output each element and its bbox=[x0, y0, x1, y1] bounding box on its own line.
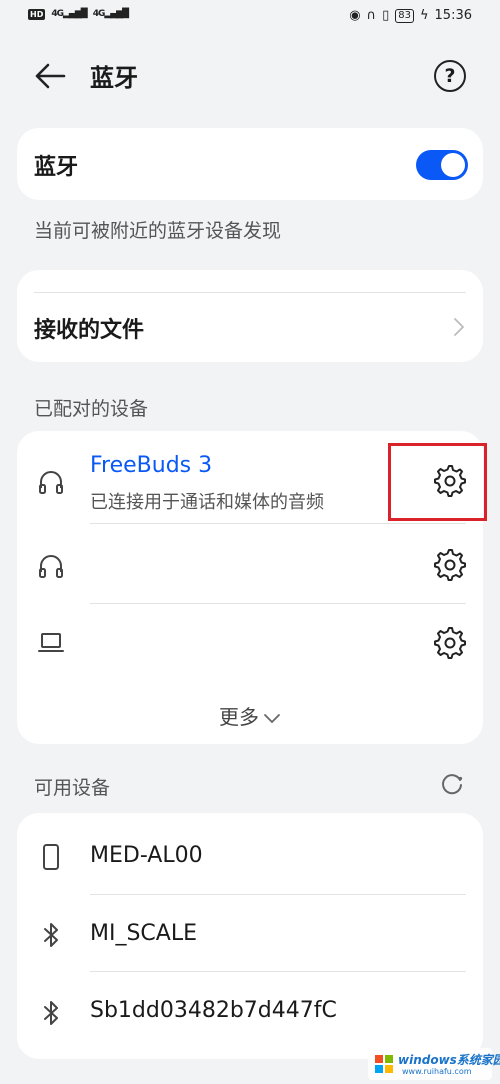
windows-logo-icon bbox=[375, 1055, 393, 1073]
clock: 15:36 bbox=[434, 8, 472, 23]
loading-spinner-icon bbox=[442, 774, 463, 795]
available-device-name-1[interactable]: MED-AL00 bbox=[90, 843, 203, 868]
phone-icon bbox=[43, 844, 59, 870]
more-button[interactable]: 更多 bbox=[17, 701, 483, 730]
paired-devices-card: FreeBuds 3 已连接用于通话和媒体的音频 更多 bbox=[17, 431, 487, 744]
paired-devices-heading: 已配对的设备 bbox=[34, 398, 149, 420]
gear-icon[interactable] bbox=[433, 626, 467, 660]
received-files-card[interactable]: 接收的文件 bbox=[17, 270, 483, 362]
paired-device-name-1[interactable]: FreeBuds 3 bbox=[90, 453, 212, 478]
available-devices-heading: 可用设备 bbox=[34, 777, 111, 799]
page-title: 蓝牙 bbox=[90, 64, 138, 92]
headset-status-icon: ∩ bbox=[366, 8, 377, 23]
eye-comfort-icon: ◉ bbox=[349, 8, 361, 23]
vibrate-icon: ▯ bbox=[382, 8, 390, 23]
paired-device-status-1: 已连接用于通话和媒体的音频 bbox=[90, 492, 324, 513]
available-devices-card: MED-AL00 MI_SCALE Sb1dd03482b7d447fC bbox=[17, 813, 483, 1059]
bluetooth-toggle-card: 蓝牙 bbox=[17, 128, 483, 200]
divider bbox=[34, 292, 466, 293]
help-icon[interactable]: ? bbox=[434, 60, 466, 92]
bluetooth-icon bbox=[44, 1001, 58, 1025]
headphones-icon bbox=[39, 471, 63, 494]
visibility-hint: 当前可被附近的蓝牙设备发现 bbox=[34, 220, 282, 242]
watermark: windows系统家园 www.ruihafu.com bbox=[368, 1048, 500, 1080]
bluetooth-label: 蓝牙 bbox=[34, 155, 79, 180]
divider bbox=[90, 523, 466, 524]
signal-label-1: 4G bbox=[51, 9, 64, 19]
battery-level: 83 bbox=[398, 9, 411, 21]
divider bbox=[90, 894, 466, 895]
bluetooth-icon bbox=[44, 923, 58, 947]
status-bar: HD 4G▂▄▆█ 4G▂▄▆█ ◉ ∩ ▯ 83 ϟ 15:36 bbox=[0, 0, 500, 36]
available-device-name-3[interactable]: Sb1dd03482b7d447fC bbox=[90, 998, 337, 1023]
received-files-label: 接收的文件 bbox=[34, 318, 145, 343]
chevron-right-icon bbox=[454, 318, 464, 336]
highlight-box bbox=[388, 443, 487, 521]
app-header: 蓝牙 ? bbox=[0, 48, 500, 104]
divider bbox=[90, 971, 466, 972]
hd-badge: HD bbox=[28, 9, 46, 20]
headphones-icon bbox=[39, 555, 63, 578]
signal-icon-1: 4G▂▄▆█ bbox=[51, 9, 87, 19]
laptop-icon bbox=[38, 633, 64, 652]
toggle-knob bbox=[441, 153, 465, 177]
bluetooth-toggle[interactable] bbox=[416, 150, 468, 180]
gear-icon[interactable] bbox=[433, 548, 467, 582]
more-label: 更多 bbox=[219, 705, 259, 729]
signal-icon-2: 4G▂▄▆█ bbox=[92, 9, 129, 19]
chevron-down-icon bbox=[264, 713, 280, 723]
watermark-brand: windows系统家园 bbox=[398, 1053, 500, 1067]
signal-label-2: 4G bbox=[92, 9, 106, 19]
divider bbox=[90, 603, 466, 604]
charging-icon: ϟ bbox=[419, 8, 429, 23]
watermark-url: www.ruihafu.com bbox=[402, 1067, 472, 1076]
available-device-name-2[interactable]: MI_SCALE bbox=[90, 921, 197, 946]
battery-icon: 83 bbox=[395, 8, 414, 23]
back-arrow-icon[interactable] bbox=[34, 62, 66, 90]
